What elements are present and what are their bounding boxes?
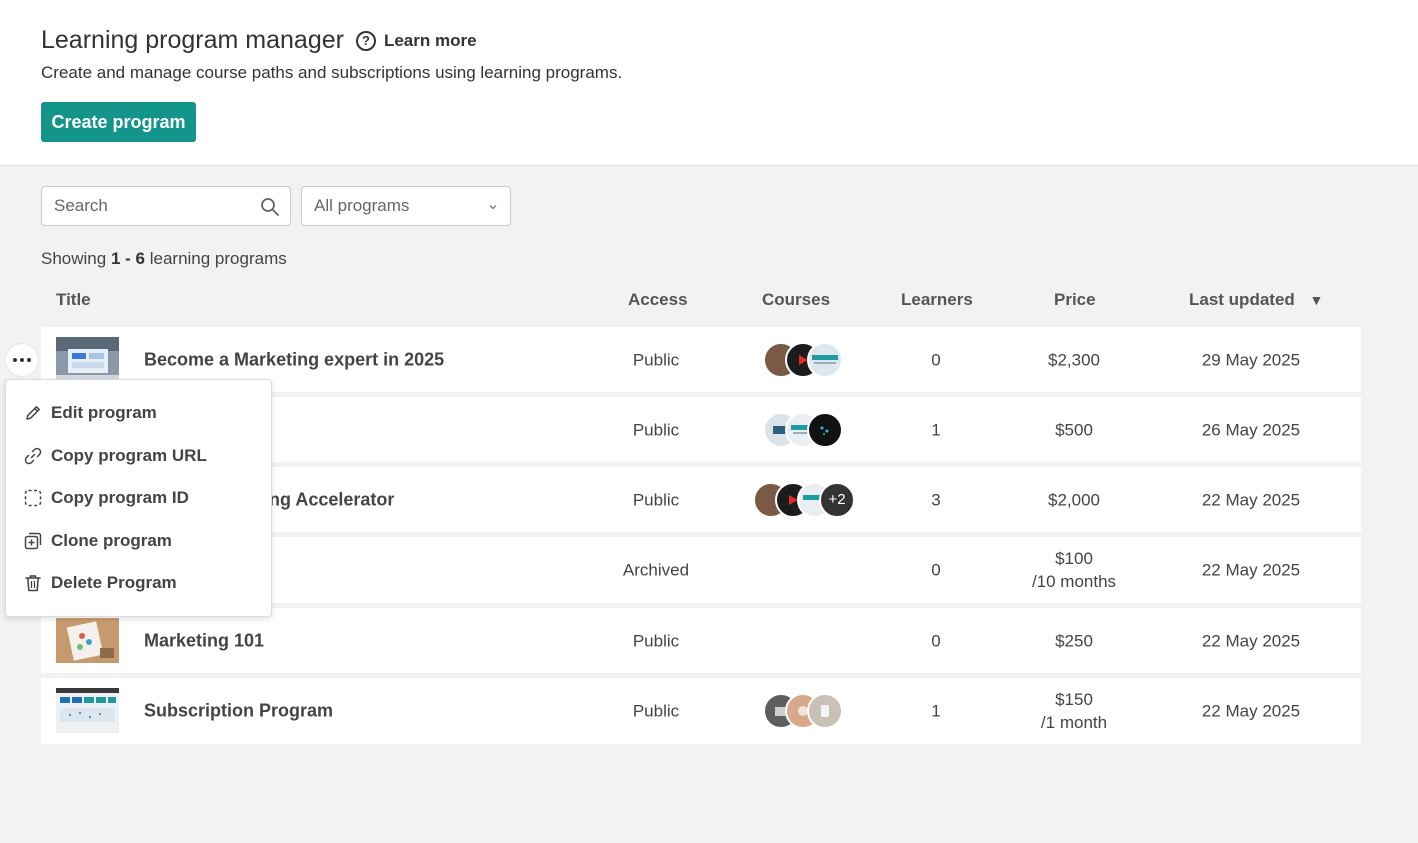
learn-more-label: Learn more [383,30,477,50]
price-amount: $2,300 [1048,350,1100,369]
link-icon [24,447,42,465]
table-row[interactable]: Marketing 101 Public 0 $250 22 May 2025 [41,608,1361,673]
menu-item-label: Copy program URL [51,445,207,465]
access-value: Public [632,631,680,650]
title-row: Learning program manager ? Learn more [41,26,477,55]
price-amount: $2,000 [1048,490,1100,509]
access-value: Public [632,490,680,509]
price-value: $2,300 [1014,348,1134,371]
program-title[interactable]: Become a Marketing expert in 2025 [144,349,444,370]
course-avatars [763,411,843,448]
program-title[interactable]: Marketing 101 [144,630,264,651]
price-value: $2,000 [1014,488,1134,511]
price-value: $500 [1014,418,1134,441]
column-courses[interactable]: Courses [762,290,830,310]
program-thumbnail [56,337,119,382]
trash-icon [25,575,41,592]
course-avatars [763,693,843,729]
summary-suffix: learning programs [149,249,287,268]
clone-icon [24,532,42,549]
learners-count: 0 [931,560,941,580]
search-input[interactable] [54,187,259,225]
menu-item-label: Edit program [51,403,157,423]
price-amount: $500 [1055,420,1093,439]
learners-count: 0 [931,350,941,369]
table-row[interactable]: Subscription Program Public 1 $150 /1 mo… [41,678,1361,744]
learners-count: 3 [931,490,941,509]
access-value: Archived [622,560,690,580]
search-icon[interactable] [260,197,280,217]
column-learners[interactable]: Learners [901,290,973,310]
more-courses-badge: +2 [819,481,855,518]
pencil-icon [26,406,40,420]
program-title[interactable]: ng Accelerator [269,489,394,510]
price-value: $150 /1 month [1014,688,1134,734]
price-period: /10 months [1031,572,1117,591]
menu-item-clone-program[interactable]: Clone program [6,520,271,563]
program-filter-dropdown[interactable]: All programs [301,186,511,226]
learn-more-link[interactable]: ? Learn more [355,30,477,51]
access-value: Public [632,350,680,369]
create-program-button[interactable]: Create program [41,102,196,142]
menu-item-label: Clone program [51,530,172,550]
dashed-id-icon [24,490,42,507]
last-updated-value: 26 May 2025 [1201,420,1301,439]
price-period: /1 month [1040,713,1108,732]
row-actions-button[interactable] [5,343,39,377]
menu-item-label: Copy program ID [51,488,189,508]
program-thumbnail [56,618,119,663]
access-value: Public [632,701,680,721]
price-amount: $150 [1055,690,1093,709]
menu-item-copy-program-url[interactable]: Copy program URL [6,435,271,478]
last-updated-value: 22 May 2025 [1201,490,1301,509]
access-value: Public [632,420,680,439]
last-updated-value: 22 May 2025 [1201,701,1301,721]
question-circle-icon: ? [355,30,376,51]
search-box [41,186,291,226]
price-value: $100 /10 months [1014,547,1134,593]
last-updated-value: 22 May 2025 [1201,631,1301,650]
summary-prefix: Showing [41,249,107,268]
program-thumbnail [56,688,119,733]
price-value: $250 [1014,629,1134,652]
row-actions-menu: Edit program Copy program URL Copy progr… [5,379,272,617]
menu-item-label: Delete Program [51,573,177,593]
price-amount: $250 [1055,631,1093,650]
chevron-down-icon [489,205,497,210]
column-title[interactable]: Title [56,290,91,310]
menu-item-edit-program[interactable]: Edit program [6,392,271,435]
learners-count: 0 [931,631,941,650]
more-horizontal-icon [13,358,31,362]
course-avatars [763,341,843,378]
summary-range: 1 - 6 [110,249,145,268]
program-filter-value: All programs [314,196,410,215]
course-avatars: +2 [753,481,855,518]
course-avatar [807,411,843,448]
course-avatar [807,341,843,378]
column-price[interactable]: Price [1054,290,1096,310]
learners-count: 1 [931,701,941,721]
results-summary: Showing 1 - 6 learning programs [41,249,287,269]
menu-item-delete-program[interactable]: Delete Program [6,562,271,605]
last-updated-value: 22 May 2025 [1201,560,1301,580]
page-title: Learning program manager [41,26,344,54]
column-last-updated[interactable]: Last updated ▼ [1189,290,1323,310]
price-amount: $100 [1055,549,1093,568]
table-header: Title Access Courses Learners Price Last… [41,290,1361,314]
program-title[interactable]: Subscription Program [144,701,333,722]
page-subtitle: Create and manage course paths and subsc… [41,63,623,82]
last-updated-value: 29 May 2025 [1201,350,1301,369]
menu-item-copy-program-id[interactable]: Copy program ID [6,477,271,520]
sort-desc-icon: ▼ [1309,292,1324,308]
column-access[interactable]: Access [628,290,688,310]
page-header: Learning program manager ? Learn more Cr… [0,0,1418,166]
learners-count: 1 [931,420,941,439]
course-avatar [807,693,843,729]
column-last-updated-label: Last updated [1189,290,1295,309]
